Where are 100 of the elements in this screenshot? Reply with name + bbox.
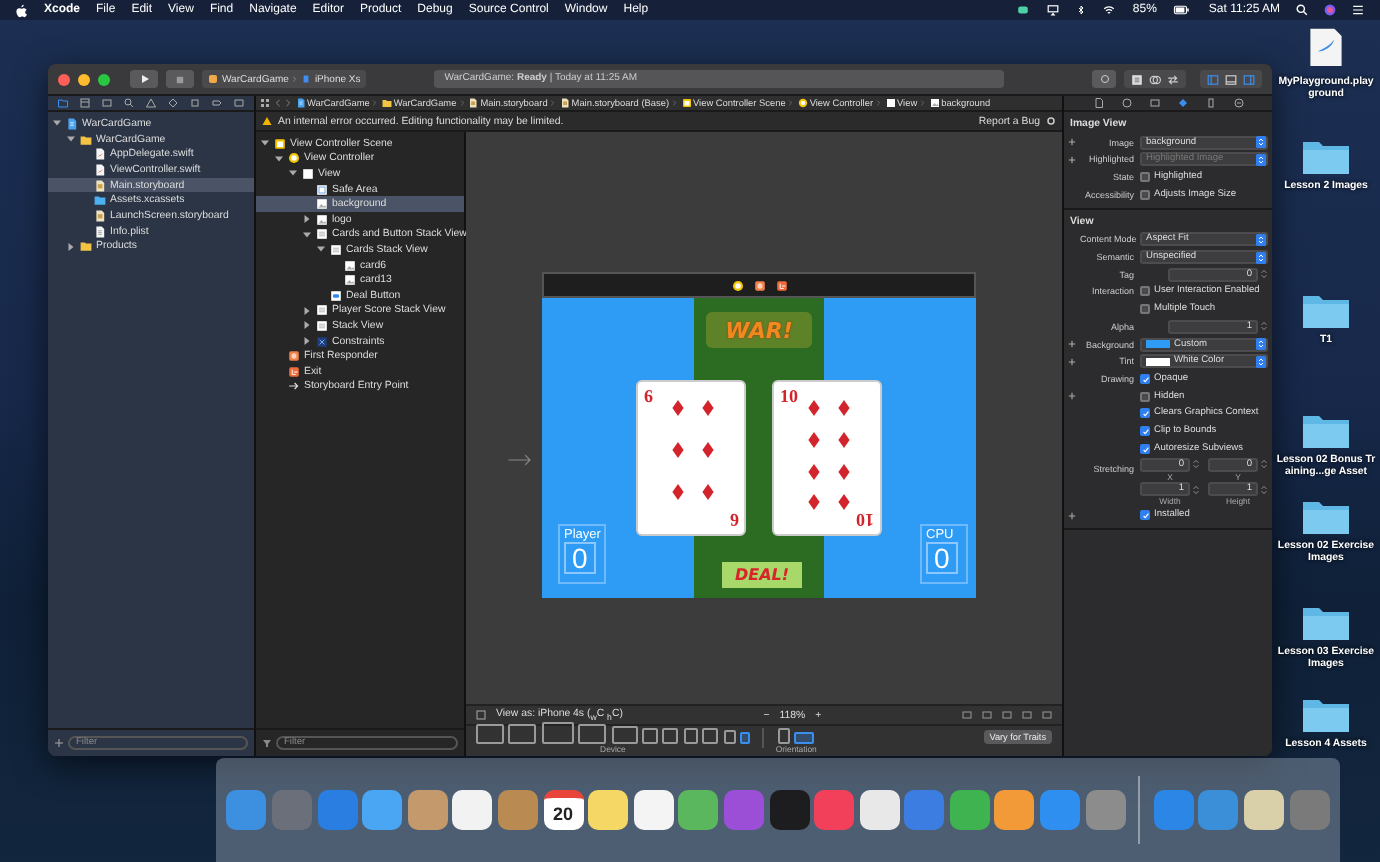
disclosure-triangle-icon[interactable] [302, 229, 312, 240]
device-option[interactable] [476, 724, 504, 744]
app-icon[interactable] [362, 790, 403, 830]
first-responder-icon [288, 350, 300, 363]
app-icon[interactable] [859, 790, 900, 830]
app-icon[interactable] [769, 790, 809, 830]
app-icon[interactable] [407, 790, 448, 830]
report-icon[interactable] [234, 98, 244, 108]
add-icon[interactable] [1068, 511, 1076, 520]
add-icon[interactable] [1068, 155, 1076, 164]
checkbox[interactable] [1140, 304, 1150, 315]
symbol-icon[interactable] [102, 98, 112, 108]
disclosure-triangle-icon[interactable] [316, 244, 326, 255]
device-option[interactable] [578, 724, 607, 744]
identity-icon[interactable] [1149, 98, 1159, 108]
project-file-icon [295, 98, 305, 108]
folder-icon[interactable] [58, 98, 68, 108]
connections-icon[interactable] [1233, 98, 1243, 108]
device-option[interactable] [702, 728, 719, 744]
add-icon[interactable] [1068, 340, 1076, 349]
version-editor-icon [1164, 73, 1182, 85]
disclosure-triangle-icon[interactable] [274, 153, 284, 164]
close-button[interactable] [58, 73, 70, 85]
checkbox[interactable] [1140, 172, 1150, 183]
debug-icon[interactable] [190, 98, 200, 108]
score-label: 0 [564, 542, 596, 574]
device-option[interactable] [723, 730, 736, 744]
checkbox[interactable] [1140, 286, 1150, 297]
device-option[interactable] [683, 728, 698, 744]
panel-toggle-control[interactable] [1200, 70, 1262, 88]
add-icon[interactable] [1068, 392, 1076, 401]
library-button[interactable] [1092, 70, 1116, 88]
run-button[interactable] [130, 70, 158, 88]
disclosure-triangle-icon[interactable] [66, 134, 76, 145]
add-icon[interactable] [1068, 357, 1076, 366]
phone-icon [302, 74, 311, 84]
disclosure-triangle-icon[interactable] [302, 214, 312, 225]
device-option[interactable] [508, 724, 537, 744]
disclosure-triangle-icon[interactable] [66, 241, 76, 252]
search-icon[interactable] [124, 98, 134, 108]
checkbox[interactable] [1140, 408, 1150, 419]
orientation-option[interactable] [777, 728, 790, 744]
orientation-option[interactable] [794, 732, 815, 744]
breakpoint-icon[interactable] [212, 98, 222, 108]
device-option[interactable] [662, 728, 679, 744]
ruler-icon[interactable] [1205, 98, 1215, 108]
forward-icon [284, 98, 292, 108]
add-icon[interactable] [1068, 138, 1076, 147]
app-icon[interactable] [994, 790, 1035, 830]
calendar-app-icon[interactable]: 20 [543, 790, 584, 830]
file-icon[interactable] [1093, 98, 1103, 108]
apple-icon [16, 3, 28, 17]
checkbox[interactable] [1140, 425, 1150, 436]
test-icon[interactable] [168, 98, 178, 108]
device-option[interactable] [541, 722, 574, 744]
folder-icon [1300, 602, 1352, 642]
popup-arrows-icon [1256, 355, 1266, 368]
asset-folder-icon [94, 194, 106, 207]
folder-icon [80, 240, 92, 253]
warning-icon[interactable] [146, 98, 156, 108]
disclosure-triangle-icon[interactable] [260, 138, 270, 149]
app-icon[interactable] [949, 790, 990, 830]
device-option[interactable] [641, 728, 658, 744]
disclosure-triangle-icon[interactable] [52, 118, 62, 129]
checkbox[interactable] [1140, 373, 1150, 384]
editor-mode-control[interactable] [1124, 70, 1186, 88]
stepper-icon [1260, 320, 1268, 333]
disclosure-triangle-icon[interactable] [302, 320, 312, 331]
minimize-button[interactable] [78, 73, 90, 85]
diamond-icon [836, 492, 852, 513]
search-icon [1296, 4, 1308, 16]
disclosure-triangle-icon[interactable] [302, 305, 312, 316]
app-icon[interactable] [1244, 790, 1285, 830]
wifi-icon [1102, 4, 1117, 16]
checkbox[interactable] [1140, 443, 1150, 454]
stop-button[interactable] [166, 70, 194, 88]
source-control-icon[interactable] [80, 98, 90, 108]
help-icon[interactable] [1121, 98, 1131, 108]
checkbox[interactable] [1140, 189, 1150, 200]
display-icon [1046, 4, 1061, 16]
disclosure-triangle-icon[interactable] [288, 168, 298, 179]
app-icon[interactable] [588, 790, 629, 830]
disclosure-triangle-icon[interactable] [302, 336, 312, 347]
app-icon[interactable] [633, 790, 674, 830]
image-view-icon [929, 98, 940, 108]
checkbox[interactable] [1140, 391, 1150, 402]
warning-icon [262, 116, 272, 126]
stepper-icon [1260, 458, 1268, 471]
standard-editor-icon [1128, 73, 1146, 85]
checkbox[interactable] [1140, 510, 1150, 521]
pin-icon [1022, 710, 1033, 720]
device-option[interactable] [739, 732, 750, 744]
app-icon[interactable] [452, 790, 493, 830]
grid-icon [260, 98, 270, 108]
playing-card: 6 6 [636, 380, 746, 536]
zoom-button[interactable] [98, 73, 110, 85]
app-icon[interactable] [678, 790, 719, 830]
folder-icon [1300, 136, 1352, 176]
popup-arrows-icon [1256, 153, 1266, 166]
device-option[interactable] [611, 726, 638, 744]
